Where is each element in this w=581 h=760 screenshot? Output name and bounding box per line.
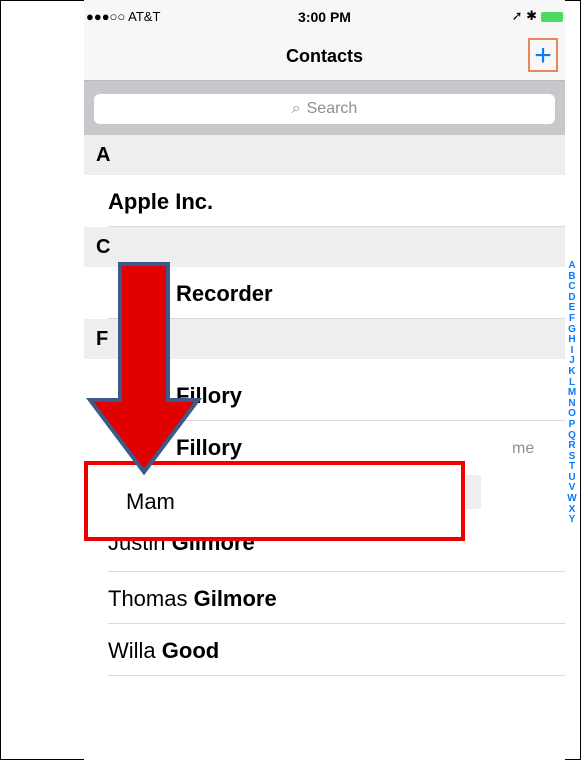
section-letter: A bbox=[96, 144, 111, 166]
index-letter-f[interactable]: F bbox=[566, 313, 578, 325]
section-index[interactable]: ABCDEFGHIJKLMNOPQRSTUVWXY bbox=[566, 260, 578, 526]
contact-row[interactable]: Thomas Gilmore bbox=[84, 572, 565, 624]
contact-row[interactable]: Apple Inc. bbox=[84, 175, 565, 227]
add-contact-button[interactable]: + bbox=[528, 38, 558, 72]
battery-icon bbox=[541, 11, 563, 22]
contact-name: Thomas Gilmore bbox=[108, 586, 277, 611]
status-bar: ●●●○○ AT&T 3:00 PM ➚ ✱ bbox=[84, 0, 565, 34]
contact-name: Apple Inc. bbox=[108, 189, 214, 214]
new-contact-name: Mam bbox=[126, 489, 175, 514]
index-letter-k[interactable]: K bbox=[566, 366, 578, 378]
row-divider bbox=[108, 675, 565, 676]
status-time: 3:00 PM bbox=[298, 9, 351, 25]
bluetooth-icon: ➚ ✱ bbox=[511, 8, 537, 23]
me-hint: me bbox=[512, 440, 535, 457]
search-input[interactable]: ⌕ Search bbox=[94, 94, 555, 124]
section-header-a: A bbox=[84, 135, 565, 175]
section-header-c: C bbox=[84, 227, 565, 267]
section-letter: C bbox=[96, 236, 111, 258]
index-letter-p[interactable]: P bbox=[566, 419, 578, 431]
contact-name: Willa Good bbox=[108, 638, 220, 663]
status-icons: ➚ ✱ bbox=[512, 8, 563, 24]
page-title: Contacts bbox=[285, 46, 363, 66]
search-placeholder: Search bbox=[306, 100, 358, 117]
index-letter-y[interactable]: Y bbox=[566, 515, 578, 526]
down-arrow-icon bbox=[86, 262, 202, 476]
search-icon: ⌕ bbox=[291, 100, 301, 117]
index-letter-a[interactable]: A bbox=[566, 260, 578, 272]
nav-bar: Contacts + bbox=[84, 34, 565, 81]
contact-row[interactable]: Willa Good bbox=[84, 624, 565, 676]
row-edge bbox=[466, 475, 481, 509]
search-bar: ⌕ Search bbox=[84, 81, 565, 135]
